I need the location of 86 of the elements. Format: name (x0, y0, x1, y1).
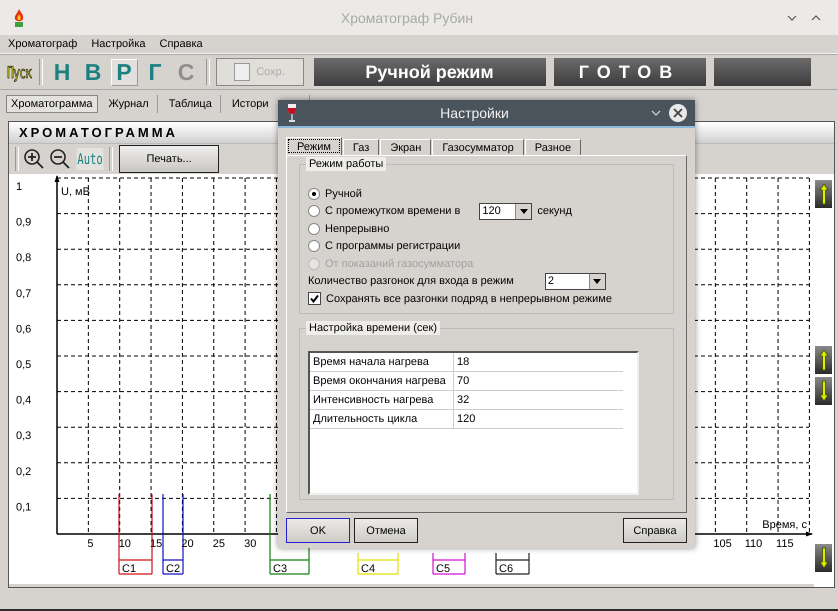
checkbox-label: Сохранять все разгонки подряд в непрерывном режиме (326, 292, 612, 305)
x-tick-label: 110 (744, 538, 762, 550)
table-cell[interactable]: 32 (454, 391, 623, 409)
scroll-up-button[interactable] (815, 180, 832, 208)
panel-title: ХРОМАТОГРАММА (19, 125, 178, 140)
dialog-button[interactable]: OK (286, 518, 350, 543)
y-tick-label: 0,8 (16, 252, 32, 264)
table-cell: Время окончания нагрева (310, 372, 454, 390)
auto-scale-button[interactable]: Auto (76, 148, 104, 170)
y-tick-label: 0,1 (16, 501, 32, 514)
menu-item[interactable]: Настройка (89, 38, 148, 50)
interval-dropdown[interactable]: 120 (479, 202, 532, 220)
option-label: С программы регистрации (325, 240, 460, 252)
window-title: Хроматограф Рубин (340, 10, 474, 26)
tab[interactable]: Режим (286, 137, 342, 155)
x-tick-label: 105 (713, 538, 732, 550)
marker-label: C2 (166, 563, 180, 575)
status-panel: ГОТОВ (554, 58, 706, 86)
x-tick-label: 115 (776, 538, 794, 550)
tab[interactable]: Хроматограмма (6, 94, 98, 112)
marker-label: C1 (122, 563, 136, 575)
tab[interactable]: Журнал (100, 94, 158, 112)
axis-label: U, мВ (61, 186, 90, 198)
group-title: Режим работы (306, 157, 386, 171)
y-tick-label: 0,3 (16, 430, 32, 442)
x-tick-label: 5 (87, 538, 94, 550)
dialog-button[interactable]: Отмена (354, 518, 418, 543)
radio-button[interactable] (308, 240, 320, 252)
unit-label: секунд (537, 205, 572, 218)
table-cell: Интенсивность нагрева (310, 391, 454, 409)
y-tick-label: 0,9 (16, 216, 32, 229)
collapse-button[interactable] (651, 110, 661, 116)
tab[interactable]: Таблица (160, 94, 221, 112)
menu-item[interactable]: Хроматограф (6, 38, 80, 50)
radio-button[interactable] (308, 188, 320, 200)
status-panel: Ручной режим (314, 58, 546, 86)
option-label: Непрерывно (325, 222, 390, 235)
marker-label: C4 (361, 563, 376, 575)
maximize-button[interactable] (811, 14, 821, 20)
radio-button[interactable] (308, 205, 320, 218)
tab[interactable]: Газосумматор (432, 139, 524, 155)
scroll-up-button[interactable] (815, 346, 832, 374)
runs-dropdown[interactable]: 2 (544, 272, 606, 290)
wine-glass-icon (286, 103, 298, 123)
runs-label: Количество разгонок для входа в режим (308, 275, 514, 288)
option-label: С промежутком времени в (325, 205, 460, 218)
y-tick-label: 0,7 (16, 288, 32, 300)
scroll-down-button[interactable] (815, 377, 832, 405)
checkbox[interactable] (308, 292, 321, 306)
zoom-in-icon[interactable] (23, 148, 45, 170)
table-cell: Длительность цикла (310, 410, 454, 428)
flame-icon (12, 8, 26, 28)
y-tick-label: 0,2 (16, 466, 32, 478)
radio-button[interactable] (308, 222, 320, 235)
option-label: Ручной (325, 188, 362, 200)
x-tick-label: 30 (244, 538, 256, 550)
x-tick-label: 25 (212, 538, 225, 550)
zoom-out-icon[interactable] (49, 148, 71, 170)
minimize-button[interactable] (787, 14, 797, 20)
close-button[interactable] (669, 104, 687, 122)
table-cell[interactable]: 70 (454, 372, 623, 390)
scroll-down-button[interactable] (815, 544, 832, 572)
y-tick-label: 0,4 (16, 394, 32, 407)
x-tick-label: 10 (118, 538, 131, 550)
dropdown-arrow-icon[interactable] (520, 208, 528, 214)
mode-button[interactable]: Р (110, 58, 138, 86)
y-tick-label: 0,5 (16, 359, 32, 371)
table-cell[interactable]: 18 (454, 353, 623, 371)
table-cell[interactable]: 120 (454, 410, 623, 428)
marker-label: C5 (436, 563, 450, 575)
menu-item[interactable]: Справка (158, 38, 205, 50)
marker-label: C6 (499, 563, 514, 575)
dialog-title: Настройки (439, 105, 510, 121)
group-title: Настройка времени (сек) (306, 321, 440, 335)
axis-label: Время, с (762, 519, 807, 531)
y-tick-label: 1 (16, 181, 22, 193)
marker-label: C3 (273, 563, 288, 575)
table-cell: Время начала нагрева (310, 353, 454, 371)
y-tick-label: 0,6 (16, 323, 32, 336)
tab[interactable]: Газ (342, 139, 380, 155)
tab[interactable]: Экран (380, 139, 432, 155)
print-button[interactable]: Печать... (119, 145, 220, 173)
tab[interactable]: Разное (524, 139, 582, 155)
dialog-button[interactable]: Справка (623, 518, 687, 543)
close-icon (673, 108, 683, 118)
dropdown-arrow-icon[interactable] (593, 278, 602, 284)
